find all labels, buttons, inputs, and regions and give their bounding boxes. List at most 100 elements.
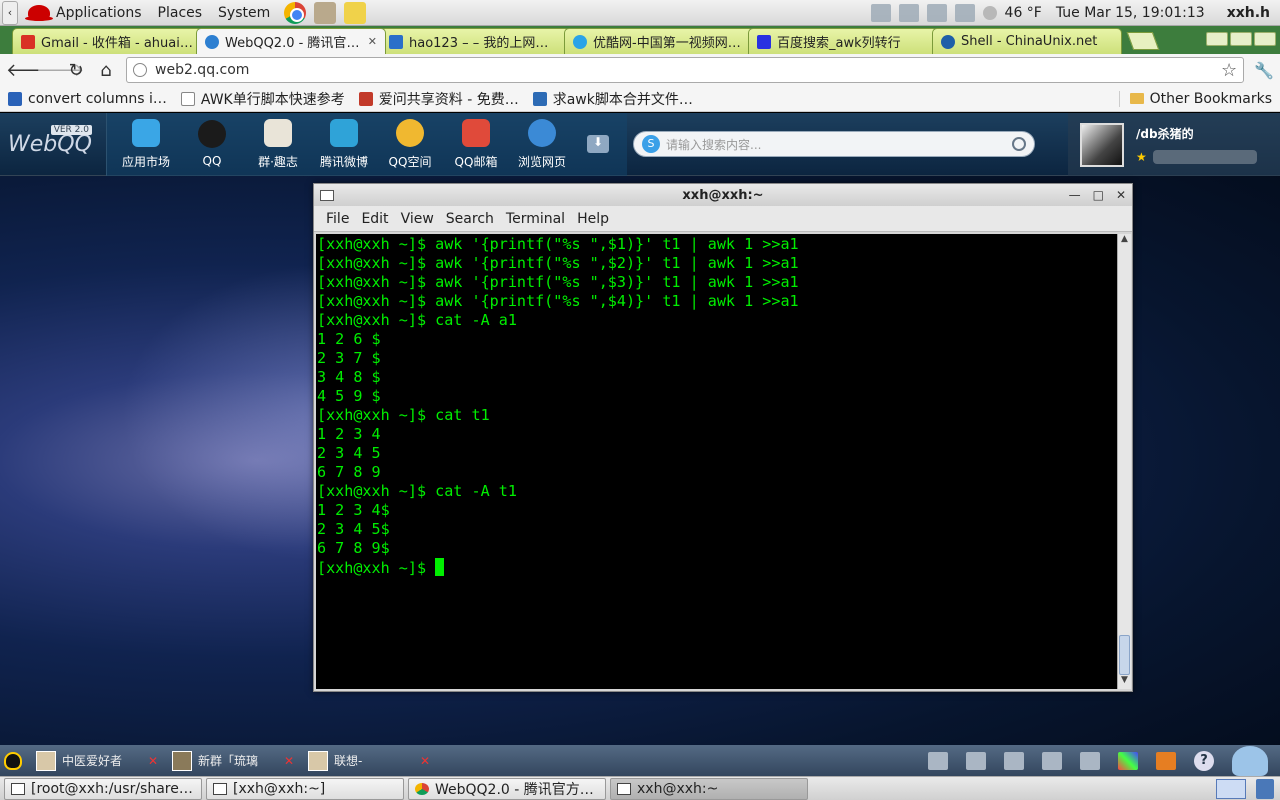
tab-baidu[interactable]: 百度搜索_awk列转行: [748, 28, 938, 54]
tab-chinaunix[interactable]: Shell - ChinaUnix.net: [932, 28, 1122, 54]
trash-icon[interactable]: [1256, 778, 1274, 799]
search-icon[interactable]: [1012, 137, 1026, 151]
menu-file[interactable]: File: [322, 211, 353, 227]
minimize-icon[interactable]: —: [1069, 188, 1081, 202]
terminal-line: [xxh@xxh ~]$ cat t1: [317, 406, 490, 424]
desktop-icon[interactable]: [928, 751, 948, 770]
chat-name: 新群「琉璃: [198, 754, 259, 768]
bookmark-star-icon[interactable]: ☆: [1221, 60, 1237, 81]
wrench-menu-icon[interactable]: 🔧: [1254, 61, 1274, 80]
clock[interactable]: Tue Mar 15, 19:01:13: [1056, 5, 1205, 21]
update-icon[interactable]: [954, 3, 975, 22]
panel-scroll-left-icon[interactable]: ‹: [2, 0, 18, 25]
terminal-icon: [617, 782, 631, 795]
menu-terminal[interactable]: Terminal: [502, 211, 569, 227]
other-bookmarks-label: Other Bookmarks: [1149, 90, 1272, 107]
app-browser[interactable]: 浏览网页: [509, 113, 575, 176]
chrome-launcher-icon[interactable]: [284, 1, 307, 24]
user-signature-row: ★: [1136, 150, 1257, 164]
close-icon[interactable]: ✕: [1116, 188, 1126, 202]
tab-gmail[interactable]: Gmail - 收件箱 - ahuai…: [12, 28, 202, 54]
address-bar[interactable]: web2.qq.com ☆: [126, 57, 1245, 83]
qq-penguin-icon[interactable]: [4, 751, 22, 770]
taskbar-item[interactable]: [xxh@xxh:~]: [206, 777, 404, 800]
bookmark-item[interactable]: AWK单行脚本快速参考: [180, 89, 345, 109]
forward-icon[interactable]: 🡒: [36, 60, 84, 81]
url-text[interactable]: web2.qq.com: [155, 62, 249, 78]
bookmark-item[interactable]: convert columns i…: [8, 91, 167, 107]
terminal-scrollbar[interactable]: ▲ ▼: [1117, 234, 1131, 689]
qq-assistant-icon[interactable]: [1232, 745, 1268, 776]
terminal-output[interactable]: [xxh@xxh ~]$ awk '{printf("%s ",$1)}' t1…: [316, 234, 1117, 689]
group-avatar: [308, 750, 328, 771]
chat-tab[interactable]: 联想- ✕: [308, 748, 430, 774]
terminal-line: [xxh@xxh ~]$ cat -A t1: [317, 482, 517, 500]
app-qzone[interactable]: QQ空间: [377, 113, 443, 176]
tab-hao123[interactable]: hao123 – – 我的上网…: [380, 28, 570, 54]
close-tab-icon[interactable]: ✕: [368, 35, 377, 48]
places-menu[interactable]: Places: [158, 5, 203, 21]
search-placeholder[interactable]: 请输入搜索内容...: [666, 136, 761, 153]
tab-webqq[interactable]: WebQQ2.0 - 腾讯官方… ✕: [196, 28, 386, 54]
network-icon[interactable]: [870, 3, 891, 22]
signature-field[interactable]: [1152, 150, 1257, 164]
applications-menu[interactable]: Applications: [56, 5, 142, 21]
taskbar-item[interactable]: WebQQ2.0 - 腾讯官方…: [408, 777, 606, 800]
notes-launcher-icon[interactable]: [344, 1, 367, 24]
scroll-track[interactable]: [1118, 248, 1131, 675]
user-name[interactable]: xxh.h: [1227, 5, 1270, 21]
chat-tab[interactable]: 中医爱好者 ✕: [36, 748, 158, 774]
close-chat-icon[interactable]: ✕: [420, 754, 430, 768]
home-icon[interactable]: ⌂: [96, 60, 116, 81]
terminal-titlebar[interactable]: xxh@xxh:~ — □ ✕: [314, 184, 1132, 206]
system-menu[interactable]: System: [218, 5, 270, 21]
mail-launcher-icon[interactable]: [314, 1, 337, 24]
apps-grid-icon[interactable]: [1156, 751, 1176, 770]
search-box[interactable]: S 请输入搜索内容...: [633, 131, 1035, 157]
app-qq[interactable]: QQ: [179, 113, 245, 176]
scroll-down-icon[interactable]: ▼: [1118, 675, 1131, 689]
menu-help[interactable]: Help: [573, 211, 613, 227]
download-icon[interactable]: ⬇: [587, 135, 609, 153]
menu-view[interactable]: View: [397, 211, 438, 227]
other-bookmarks[interactable]: Other Bookmarks: [1118, 90, 1280, 107]
scroll-thumb[interactable]: [1119, 635, 1130, 675]
monitor-icon[interactable]: [926, 3, 947, 22]
help-icon[interactable]: ?: [1194, 750, 1214, 771]
terminal-icon: [213, 782, 227, 795]
close-chat-icon[interactable]: ✕: [148, 754, 158, 768]
app-market[interactable]: 应用市场: [113, 113, 179, 176]
username[interactable]: /db杀猪的: [1136, 125, 1257, 142]
sound-icon[interactable]: [1004, 751, 1024, 770]
chat-tab[interactable]: 新群「琉璃 ✕: [172, 748, 294, 774]
terminal-prompt-line[interactable]: [xxh@xxh ~]$: [317, 558, 1117, 578]
app-mail[interactable]: QQ邮箱: [443, 113, 509, 176]
back-icon[interactable]: 🡐: [6, 60, 54, 81]
weather-temperature[interactable]: 46 °F: [1005, 5, 1042, 21]
bookmark-item[interactable]: 爱问共享资料 - 免费…: [358, 89, 519, 109]
app-group[interactable]: 群·趣志: [245, 113, 311, 176]
volume-icon[interactable]: [898, 3, 919, 22]
app-weibo[interactable]: 腾讯微博: [311, 113, 377, 176]
workspace-switcher[interactable]: [1216, 778, 1246, 799]
tab-youku[interactable]: 优酷网-中国第一视频网…: [564, 28, 754, 54]
taskbar-item[interactable]: [root@xxh:/usr/share/…: [4, 777, 202, 800]
terminal-prompt: [xxh@xxh ~]$: [317, 559, 436, 577]
maximize-icon[interactable]: □: [1093, 188, 1104, 202]
close-chat-icon[interactable]: ✕: [284, 754, 294, 768]
picture-icon[interactable]: [966, 751, 986, 770]
bookmark-item[interactable]: 求awk脚本合并文件…: [532, 89, 693, 109]
menu-edit[interactable]: Edit: [357, 211, 392, 227]
avatar[interactable]: [1080, 122, 1124, 167]
menu-search[interactable]: Search: [442, 211, 498, 227]
close-icon[interactable]: [1254, 32, 1276, 46]
parking-icon[interactable]: [1042, 751, 1062, 770]
new-tab-button[interactable]: [1126, 32, 1160, 50]
theme-icon[interactable]: [1118, 751, 1138, 770]
reload-icon[interactable]: ↻: [66, 60, 86, 81]
settings-icon[interactable]: [1080, 751, 1100, 770]
scroll-up-icon[interactable]: ▲: [1118, 234, 1131, 248]
maximize-icon[interactable]: [1230, 32, 1252, 46]
minimize-icon[interactable]: [1206, 32, 1228, 46]
taskbar-item-active[interactable]: xxh@xxh:~: [610, 777, 808, 800]
